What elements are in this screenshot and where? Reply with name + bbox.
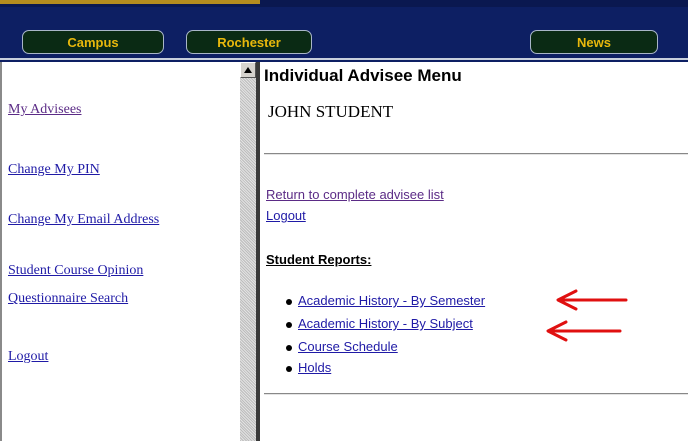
sidebar-scrollbar[interactable] (240, 62, 256, 441)
student-name: JOHN STUDENT (268, 102, 394, 121)
top-navigation-bar: Campus Rochester News (0, 0, 688, 62)
horizontal-rule (264, 393, 688, 395)
report-link-academic-history-by-semester[interactable]: Academic History - By Semester (286, 292, 486, 310)
sidebar-link-change-email[interactable]: Change My Email Address (8, 206, 159, 234)
report-link-course-schedule[interactable]: Course Schedule (286, 338, 398, 356)
sidebar-link-change-pin[interactable]: Change My PIN (8, 156, 100, 184)
main-content: Individual Advisee Menu JOHN STUDENT Ret… (260, 62, 688, 441)
report-label: Academic History - By Subject (298, 316, 473, 331)
horizontal-rule (264, 153, 688, 155)
scroll-up-arrow-icon (244, 67, 252, 73)
nav-news-button[interactable]: News (530, 30, 658, 54)
bullet-icon (286, 299, 292, 305)
sidebar: My Advisees Change My PIN Change My Emai… (0, 62, 240, 441)
logout-link[interactable]: Logout (266, 208, 306, 223)
bullet-icon (286, 345, 292, 351)
nav-bottom-rule (0, 58, 688, 60)
report-label: Academic History - By Semester (298, 293, 486, 308)
page-title: Individual Advisee Menu (264, 66, 462, 85)
nav-rochester-button[interactable]: Rochester (186, 30, 312, 54)
red-arrow-icon (546, 320, 622, 342)
report-link-holds[interactable]: Holds (286, 359, 332, 377)
scroll-up-button[interactable] (240, 62, 256, 78)
red-arrow-icon (556, 289, 628, 311)
sidebar-link-opinion-questionnaire[interactable]: Student Course Opinion Questionnaire Sea… (8, 257, 143, 313)
student-reports-heading: Student Reports: (266, 252, 372, 267)
report-label: Course Schedule (298, 339, 398, 354)
return-to-advisee-list-link[interactable]: Return to complete advisee list (266, 187, 444, 202)
report-label: Holds (298, 360, 332, 375)
nav-campus-button[interactable]: Campus (22, 30, 164, 54)
bullet-icon (286, 366, 292, 372)
gold-accent (0, 0, 260, 4)
bullet-icon (286, 322, 292, 328)
sidebar-link-logout[interactable]: Logout (8, 343, 48, 371)
sidebar-link-my-advisees[interactable]: My Advisees (8, 96, 82, 124)
report-link-academic-history-by-subject[interactable]: Academic History - By Subject (286, 315, 473, 333)
top-stripe (0, 0, 688, 7)
